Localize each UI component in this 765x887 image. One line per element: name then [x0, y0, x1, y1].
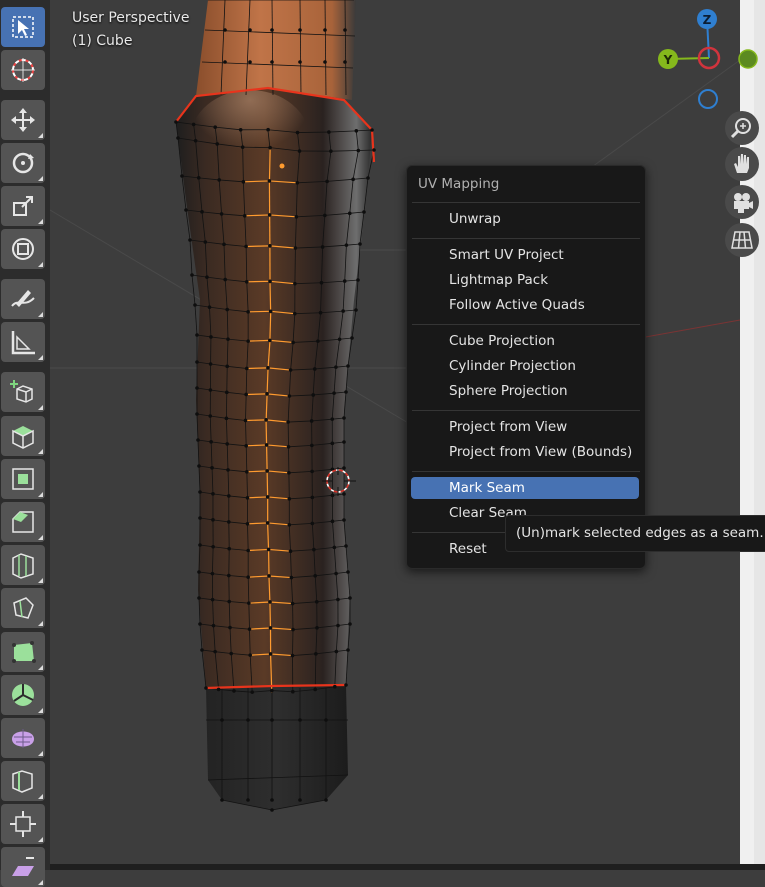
extrude-icon: [8, 421, 38, 451]
submenu-corner-icon: [38, 621, 43, 626]
grid-icon: [729, 227, 755, 253]
transform-tool[interactable]: [1, 229, 45, 269]
submenu-corner-icon: [38, 708, 43, 713]
submenu-corner-icon: [38, 219, 43, 224]
gizmo-neg-y-axis[interactable]: [739, 50, 757, 68]
ruler-icon: [8, 327, 38, 357]
bottom-bar: [0, 864, 765, 870]
gizmo-z-label: Z: [703, 13, 712, 27]
extrude-tool[interactable]: [1, 416, 45, 456]
scale-icon: [8, 191, 38, 221]
navigation-gizmo[interactable]: Z Y: [650, 5, 765, 115]
menu-item-cylinder-projection[interactable]: Cylinder Projection: [411, 355, 639, 377]
inset-icon: [8, 464, 38, 494]
origin-dot: [280, 164, 285, 169]
menu-divider: [412, 471, 640, 472]
measure-tool[interactable]: [1, 322, 45, 362]
tool-shelf: [0, 0, 50, 870]
add-cube-icon: [8, 377, 38, 407]
scale-tool[interactable]: [1, 186, 45, 226]
zoom-button[interactable]: [725, 111, 759, 145]
submenu-corner-icon: [38, 176, 43, 181]
submenu-corner-icon: [38, 133, 43, 138]
submenu-corner-icon: [38, 837, 43, 842]
camera-button[interactable]: [725, 185, 759, 219]
camera-icon: [729, 189, 755, 215]
menu-item-project-from-view[interactable]: Project from View: [411, 416, 639, 438]
smooth-icon: [8, 723, 38, 753]
shear-tool[interactable]: [1, 847, 45, 887]
3d-viewport[interactable]: User Perspective (1) Cube: [0, 0, 765, 870]
edge-slide-tool[interactable]: [1, 761, 45, 801]
gizmo-y-label: Y: [663, 53, 673, 67]
rotate-tool[interactable]: [1, 143, 45, 183]
menu-item-follow-active-quads[interactable]: Follow Active Quads: [411, 294, 639, 316]
add-cube-tool[interactable]: [1, 372, 45, 412]
menu-item-lightmap-pack[interactable]: Lightmap Pack: [411, 269, 639, 291]
cursor-box-icon: [8, 12, 38, 42]
select-box-tool[interactable]: [1, 7, 45, 47]
mark-seam-tooltip: (Un)mark selected edges as a seam.: [505, 515, 765, 552]
gizmo-neg-z-axis[interactable]: [699, 90, 717, 108]
move-tool[interactable]: [1, 100, 45, 140]
menu-title: UV Mapping: [418, 176, 499, 192]
menu-divider: [412, 324, 640, 325]
submenu-corner-icon: [38, 355, 43, 360]
hand-icon: [729, 151, 755, 177]
menu-divider: [412, 238, 640, 239]
submenu-corner-icon: [38, 751, 43, 756]
menu-item-sphere-projection[interactable]: Sphere Projection: [411, 380, 639, 402]
submenu-corner-icon: [38, 312, 43, 317]
shear-icon: [8, 852, 38, 882]
poly-build-tool[interactable]: [1, 632, 45, 672]
pan-button[interactable]: [725, 147, 759, 181]
annotate-tool[interactable]: [1, 279, 45, 319]
menu-divider: [412, 202, 640, 203]
knife-tool[interactable]: [1, 588, 45, 628]
submenu-corner-icon: [38, 578, 43, 583]
ortho-toggle-button[interactable]: [725, 223, 759, 257]
submenu-corner-icon: [38, 794, 43, 799]
3d-cursor-icon: [8, 55, 38, 85]
poly-build-icon: [8, 637, 38, 667]
uv-mapping-menu: UV Mapping Unwrap Smart UV Project Light…: [406, 165, 646, 569]
smooth-tool[interactable]: [1, 718, 45, 758]
zoom-icon: [729, 115, 755, 141]
cursor-tool[interactable]: [1, 50, 45, 90]
inset-tool[interactable]: [1, 459, 45, 499]
annotate-pen-icon: [8, 284, 38, 314]
bevel-icon: [8, 507, 38, 537]
loop-cut-icon: [8, 550, 38, 580]
submenu-corner-icon: [38, 880, 43, 885]
object-label: (1) Cube: [72, 33, 132, 49]
mesh-view[interactable]: [0, 0, 765, 870]
upper-cylinder: [196, 0, 356, 100]
submenu-corner-icon: [38, 449, 43, 454]
menu-item-unwrap[interactable]: Unwrap: [411, 208, 639, 230]
submenu-corner-icon: [38, 405, 43, 410]
loop-cut-tool[interactable]: [1, 545, 45, 585]
spin-tool[interactable]: [1, 675, 45, 715]
edge-slide-icon: [8, 766, 38, 796]
menu-item-smart-uv-project[interactable]: Smart UV Project: [411, 244, 639, 266]
menu-item-cube-projection[interactable]: Cube Projection: [411, 330, 639, 352]
menu-item-mark-seam[interactable]: Mark Seam: [411, 477, 639, 499]
transform-icon: [8, 234, 38, 264]
shrink-fatten-icon: [8, 809, 38, 839]
bevel-tool[interactable]: [1, 502, 45, 542]
spin-icon: [8, 680, 38, 710]
menu-item-project-from-view-bounds[interactable]: Project from View (Bounds): [411, 441, 639, 463]
submenu-corner-icon: [38, 535, 43, 540]
rotate-icon: [8, 148, 38, 178]
knife-icon: [8, 593, 38, 623]
move-arrows-icon: [8, 105, 38, 135]
submenu-corner-icon: [38, 492, 43, 497]
perspective-label: User Perspective: [72, 10, 189, 26]
submenu-corner-icon: [38, 665, 43, 670]
lower-cylinder: [206, 685, 348, 810]
submenu-corner-icon: [38, 262, 43, 267]
shrink-fatten-tool[interactable]: [1, 804, 45, 844]
menu-divider: [412, 410, 640, 411]
